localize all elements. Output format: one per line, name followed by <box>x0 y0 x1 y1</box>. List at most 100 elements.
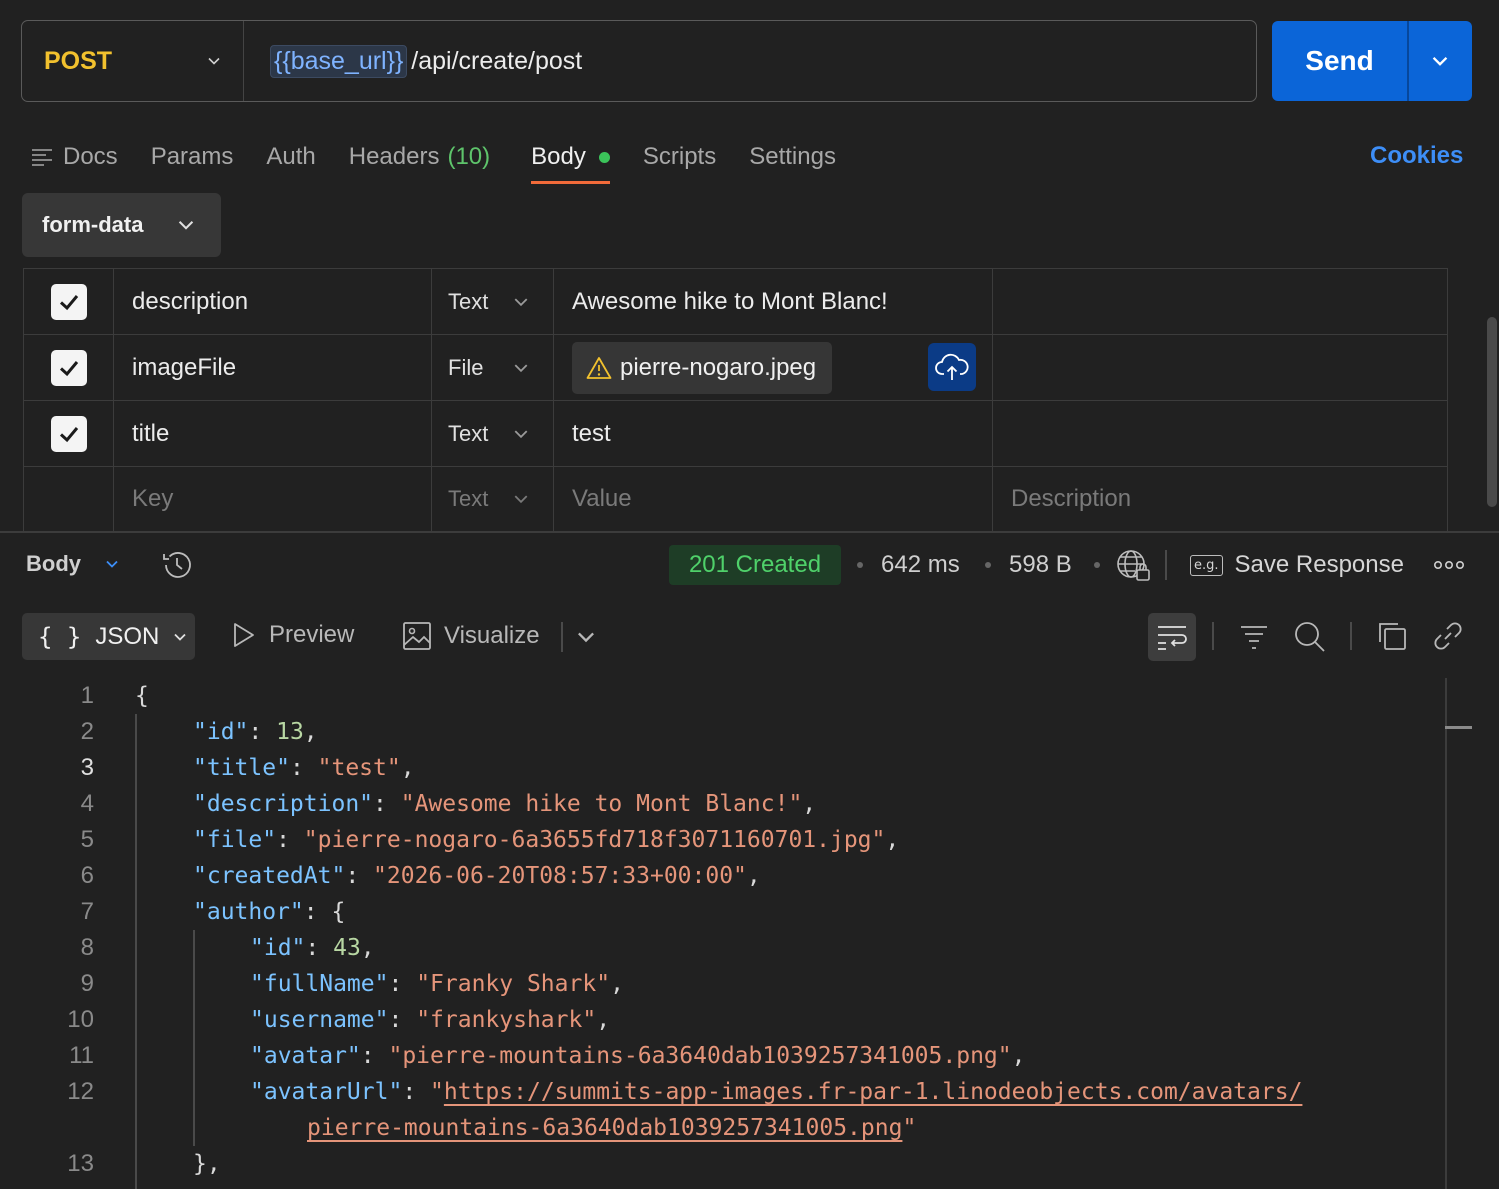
code-line: 9 "fullName": "Franky Shark", <box>0 966 1445 1002</box>
url-input[interactable]: {{base_url}} /api/create/post <box>270 21 1256 101</box>
description-field[interactable] <box>993 269 1447 334</box>
json-string: "pierre-mountains-6a3640dab1039257341005… <box>388 1043 1012 1069</box>
table-row-new: Key Text Value Description <box>23 467 1448 531</box>
request-tabs: Docs Params Auth Headers (10) Body Scrip… <box>31 130 869 186</box>
chevron-down-icon <box>514 297 528 306</box>
row-checkbox-cell <box>24 335 114 400</box>
code-line: 6 "createdAt": "2026-06-20T08:57:33+00:00… <box>0 858 1445 894</box>
row-checkbox[interactable] <box>50 415 87 452</box>
toolbar-divider <box>561 622 563 652</box>
tab-scripts[interactable]: Scripts <box>643 130 716 184</box>
format-select[interactable]: { } JSON <box>22 613 195 660</box>
table-row: title Text test <box>23 401 1448 467</box>
tab-docs[interactable]: Docs <box>31 130 118 184</box>
key-input-placeholder[interactable]: Key <box>114 467 432 531</box>
response-body-code[interactable]: 1{ 2 "id": 13, 3 "title": "test", 4 "descri… <box>0 678 1445 1189</box>
row-checkbox[interactable] <box>50 349 87 386</box>
filter-icon[interactable] <box>1238 620 1270 652</box>
code-line: 5 "file": "pierre-nogaro-6a3655fd718f3071… <box>0 822 1445 858</box>
type-select[interactable]: Text <box>432 467 554 531</box>
key-field[interactable]: title <box>114 401 432 466</box>
response-time[interactable]: 642 ms <box>881 551 960 579</box>
value-field[interactable]: Awesome hike to Mont Blanc! <box>554 269 993 334</box>
type-label: File <box>448 354 484 380</box>
code-scrollbar-thumb[interactable] <box>1445 726 1472 729</box>
type-select[interactable]: Text <box>432 401 554 466</box>
tab-settings[interactable]: Settings <box>749 130 836 184</box>
line-number: 2 <box>80 718 94 745</box>
separator-dot <box>1094 562 1100 568</box>
response-size[interactable]: 598 B <box>1009 551 1072 579</box>
description-field[interactable] <box>993 335 1447 400</box>
tab-settings-label: Settings <box>749 143 836 170</box>
line-number: 9 <box>80 970 94 997</box>
key-field[interactable]: imageFile <box>114 335 432 400</box>
url-variable: {{base_url}} <box>270 44 408 78</box>
code-text: "createdAt": "2026-06-20T08:57:33+00:00"… <box>193 863 761 889</box>
type-label: Text <box>448 486 489 511</box>
json-string: "Awesome hike to Mont Blanc!" <box>400 791 803 817</box>
type-select[interactable]: Text <box>432 269 554 334</box>
chevron-down-icon <box>1433 56 1448 66</box>
tab-auth[interactable]: Auth <box>266 130 315 184</box>
json-url-link[interactable]: pierre-mountains-6a3640dab1039257341005.… <box>307 1115 902 1141</box>
send-button[interactable]: Send <box>1272 21 1407 101</box>
link-icon[interactable] <box>1432 620 1464 652</box>
params-scrollbar[interactable] <box>1487 317 1497 507</box>
table-row: description Text Awesome hike to Mont Bl… <box>23 269 1448 335</box>
chevron-down-icon[interactable] <box>576 627 596 647</box>
response-view-select[interactable]: Body <box>26 551 119 577</box>
line-number: 13 <box>67 1150 94 1177</box>
network-globe-icon[interactable] <box>1115 548 1153 584</box>
tab-headers-label: Headers <box>348 143 440 170</box>
save-response-button[interactable]: e.g. Save Response <box>1190 551 1404 579</box>
file-chip[interactable]: pierre-nogaro.jpeg <box>572 341 833 394</box>
headers-count: (10) <box>447 143 491 170</box>
copy-icon[interactable] <box>1376 620 1408 652</box>
pane-divider[interactable] <box>0 531 1499 533</box>
json-key: "username" <box>250 1007 389 1033</box>
code-line: 13}, <box>0 1146 1445 1182</box>
wrap-lines-button[interactable] <box>1148 613 1196 661</box>
value-field[interactable]: test <box>554 401 993 466</box>
preview-button[interactable]: Preview <box>231 621 354 649</box>
status-badge[interactable]: 201 Created <box>669 545 841 585</box>
history-icon[interactable] <box>160 548 194 582</box>
send-options-button[interactable] <box>1409 21 1473 101</box>
code-line: 3 "title": "test", <box>0 750 1445 786</box>
chevron-down-icon <box>106 560 118 568</box>
visualize-button[interactable]: Visualize <box>402 621 540 651</box>
json-string: "pierre-nogaro-6a3655fd718f3071160701.jp… <box>303 827 886 853</box>
separator-dot <box>985 562 991 568</box>
json-key: "author" <box>193 899 304 925</box>
tab-body[interactable]: Body <box>531 130 610 184</box>
cookies-link[interactable]: Cookies <box>1370 142 1463 170</box>
description-input-placeholder[interactable]: Description <box>993 467 1447 531</box>
body-modified-dot <box>598 151 610 163</box>
value-input-placeholder[interactable]: Value <box>554 467 993 531</box>
line-number: 11 <box>69 1042 94 1069</box>
json-key: "id" <box>250 935 306 961</box>
tab-headers[interactable]: Headers (10) <box>349 130 490 184</box>
visualize-label: Visualize <box>444 622 540 649</box>
body-mode-select[interactable]: form-data <box>22 193 221 257</box>
code-line: 10 "username": "frankyshark", <box>0 1002 1445 1038</box>
type-select[interactable]: File <box>432 335 554 400</box>
code-line: 1{ <box>0 678 1445 714</box>
tab-params[interactable]: Params <box>151 130 234 184</box>
json-string: "2026-06-20T08:57:33+00:00" <box>373 863 747 889</box>
code-text: "username": "frankyshark", <box>250 1007 611 1033</box>
braces-icon: { } <box>38 622 82 651</box>
row-checkbox-cell <box>24 401 114 466</box>
row-checkbox[interactable] <box>50 283 87 320</box>
search-icon[interactable] <box>1293 620 1327 654</box>
method-select[interactable]: POST <box>22 21 244 101</box>
line-number: 10 <box>67 1006 94 1033</box>
upload-file-button[interactable] <box>928 343 976 391</box>
key-field[interactable]: description <box>114 269 432 334</box>
json-url-link[interactable]: https://summits-app-images.fr-par-1.lino… <box>444 1079 1303 1105</box>
code-scrollbar-track[interactable] <box>1445 678 1447 1189</box>
description-field[interactable] <box>993 401 1447 466</box>
more-options-icon[interactable] <box>1434 559 1464 571</box>
tab-auth-label: Auth <box>266 143 316 170</box>
